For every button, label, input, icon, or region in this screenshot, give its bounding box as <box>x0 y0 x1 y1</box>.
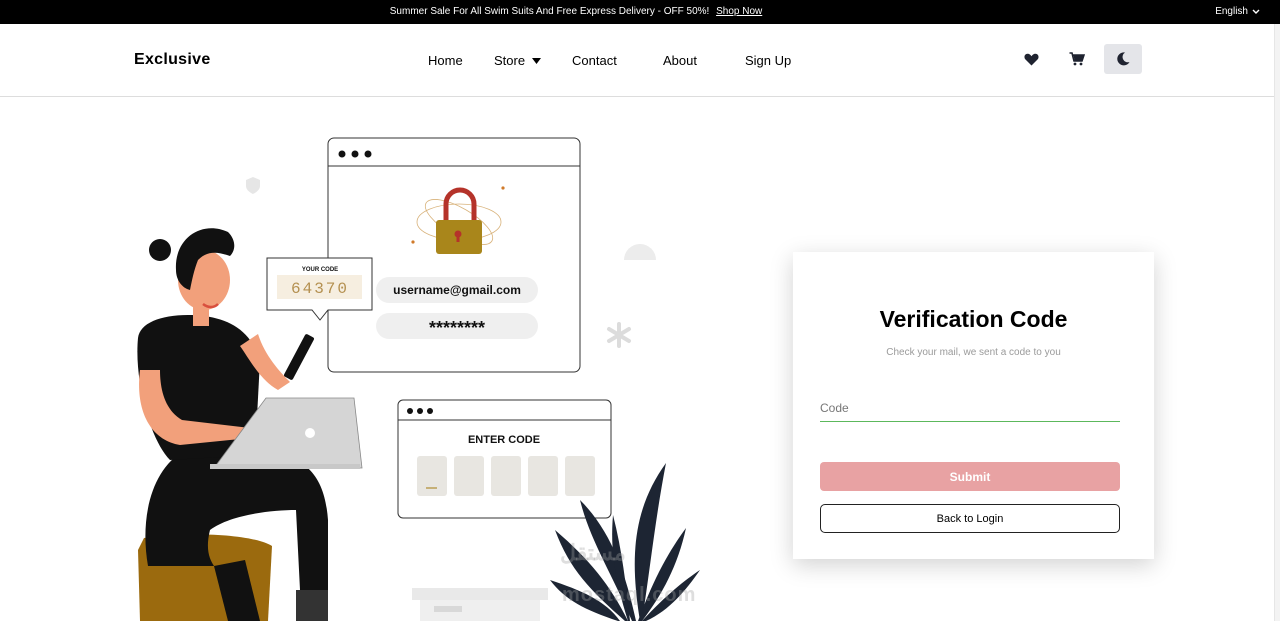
top-announcement-bar: Summer Sale For All Swim Suits And Free … <box>0 0 1280 24</box>
cart-icon <box>1069 52 1085 66</box>
verification-card: Verification Code Check your mail, we se… <box>793 252 1154 559</box>
page-scrollbar[interactable] <box>1274 24 1280 621</box>
heart-icon <box>1023 53 1039 65</box>
moon-icon <box>1117 52 1130 66</box>
verification-illustration: username@gmail.com ******** YOUR CODE 64… <box>137 137 700 621</box>
nav-about[interactable]: About <box>663 53 697 68</box>
code-input[interactable] <box>820 394 1120 422</box>
submit-button[interactable]: Submit <box>820 462 1120 491</box>
nav-home[interactable]: Home <box>428 53 463 68</box>
asterisk-shape <box>607 322 631 348</box>
login-window: username@gmail.com ******** <box>327 137 581 373</box>
watermark-arabic: مستقل <box>560 540 626 565</box>
cart-button[interactable] <box>1058 44 1096 74</box>
verification-title: Verification Code <box>879 306 1068 332</box>
your-code-value: 64370 <box>291 280 349 298</box>
illustration-email: username@gmail.com <box>393 283 521 297</box>
nav-store-label: Store <box>494 53 526 68</box>
wishlist-button[interactable] <box>1012 44 1050 74</box>
enter-code-label: ENTER CODE <box>468 434 540 446</box>
nav-store[interactable]: Store <box>494 53 542 68</box>
language-label: English <box>1215 6 1248 17</box>
promo-banner: Summer Sale For All Swim Suits And Free … <box>0 6 1152 17</box>
promo-text: Summer Sale For All Swim Suits And Free … <box>389 6 710 17</box>
enter-code-window: ENTER CODE <box>397 399 612 519</box>
box-decoration <box>412 588 548 621</box>
main-header: Exclusive Home Store Contact About Sign … <box>0 24 1274 97</box>
circle-shape <box>624 244 656 260</box>
illustration-password: ******** <box>429 318 485 338</box>
nav-contact[interactable]: Contact <box>572 53 617 68</box>
dark-mode-toggle[interactable] <box>1104 44 1142 74</box>
shield-shape-icon <box>246 177 260 194</box>
logo[interactable]: Exclusive <box>134 51 211 69</box>
your-code-label: YOUR CODE <box>302 267 338 273</box>
chevron-down-icon <box>1252 9 1260 14</box>
nav-signup[interactable]: Sign Up <box>745 53 791 68</box>
shop-now-link[interactable]: Shop Now <box>716 6 762 17</box>
back-to-login-button[interactable]: Back to Login <box>820 504 1120 533</box>
caret-down-icon <box>532 57 542 64</box>
verification-subtitle: Check your mail, we sent a code to you <box>886 347 1061 358</box>
watermark-url: mostaql.com <box>562 584 697 606</box>
language-selector[interactable]: English <box>1215 6 1260 17</box>
